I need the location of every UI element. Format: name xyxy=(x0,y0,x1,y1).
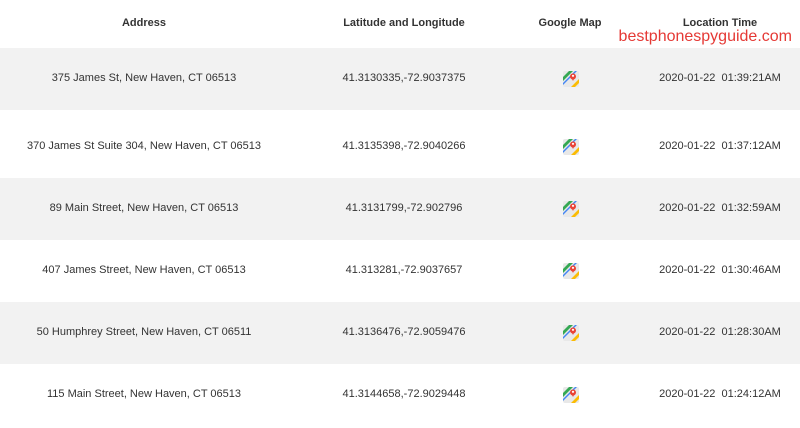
latlng-cell: 41.3144658,-72.9029448 xyxy=(342,388,466,400)
table-row: 50 Humphrey Street, New Haven, CT 06511 … xyxy=(0,302,800,364)
google-maps-icon[interactable] xyxy=(562,200,580,218)
latlng-cell: 41.3130335,-72.9037375 xyxy=(342,72,466,84)
table-row: 89 Main Street, New Haven, CT 06513 41.3… xyxy=(0,178,800,240)
time-cell: 2020-01-22 01:39:21AM xyxy=(659,72,781,84)
google-maps-icon[interactable] xyxy=(562,386,580,404)
latlng-cell: 41.313281,-72.9037657 xyxy=(345,264,463,276)
latlng-cell: 41.3135398,-72.9040266 xyxy=(342,140,466,152)
address-cell: 89 Main Street, New Haven, CT 06513 xyxy=(49,202,239,214)
address-cell: 50 Humphrey Street, New Haven, CT 06511 xyxy=(36,326,252,338)
table-row: 370 James St Suite 304, New Haven, CT 06… xyxy=(0,116,800,178)
address-cell: 115 Main Street, New Haven, CT 06513 xyxy=(46,388,242,400)
table-header: Address Latitude and Longitude Google Ma… xyxy=(0,0,800,48)
address-cell: 370 James St Suite 304, New Haven, CT 06… xyxy=(27,140,261,152)
column-header-latlng: Latitude and Longitude xyxy=(343,17,465,29)
time-cell: 2020-01-22 01:32:59AM xyxy=(659,202,781,214)
table-row: 375 James St, New Haven, CT 06513 41.313… xyxy=(0,48,800,110)
time-cell: 2020-01-22 01:24:12AM xyxy=(659,388,781,400)
latlng-cell: 41.3131799,-72.902796 xyxy=(345,202,463,214)
location-history-table: Address Latitude and Longitude Google Ma… xyxy=(0,0,800,428)
google-maps-icon[interactable] xyxy=(562,138,580,156)
table-row: 115 Main Street, New Haven, CT 06513 41.… xyxy=(0,364,800,426)
table-row: 407 James Street, New Haven, CT 06513 41… xyxy=(0,240,800,302)
time-cell: 2020-01-22 01:28:30AM xyxy=(659,326,781,338)
time-cell: 2020-01-22 01:30:46AM xyxy=(659,264,781,276)
google-maps-icon[interactable] xyxy=(562,324,580,342)
google-maps-icon[interactable] xyxy=(562,70,580,88)
latlng-cell: 41.3136476,-72.9059476 xyxy=(342,326,466,338)
address-cell: 375 James St, New Haven, CT 06513 xyxy=(51,72,237,84)
column-header-map: Google Map xyxy=(538,17,602,29)
time-cell: 2020-01-22 01:37:12AM xyxy=(659,140,781,152)
address-cell: 407 James Street, New Haven, CT 06513 xyxy=(42,264,246,276)
column-header-address: Address xyxy=(121,17,167,29)
watermark: bestphonespyguide.com xyxy=(618,28,792,45)
google-maps-icon[interactable] xyxy=(562,262,580,280)
